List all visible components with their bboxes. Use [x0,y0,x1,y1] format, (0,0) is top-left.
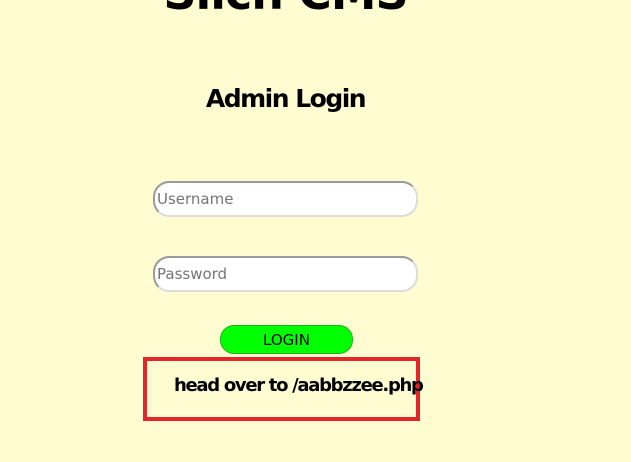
site-title: Silch CMS [0,0,571,20]
username-input[interactable] [153,181,418,217]
login-button[interactable]: LOGIN [220,325,353,354]
admin-login-heading: Admin Login [205,84,367,113]
password-input[interactable] [153,256,418,292]
annotation-hint-text: head over to /aabbzzee.php [174,375,424,396]
